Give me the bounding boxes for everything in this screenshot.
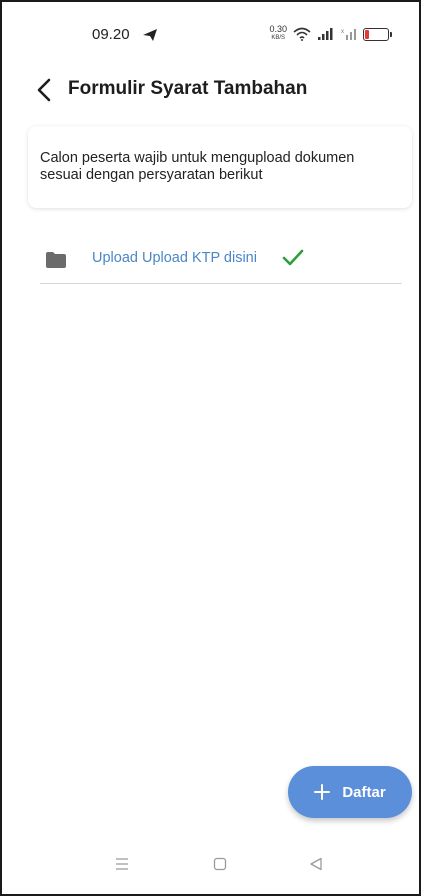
chevron-left-icon [37, 78, 51, 102]
daftar-label: Daftar [342, 783, 386, 801]
upload-ktp-row[interactable]: Upload Upload KTP disini [40, 238, 402, 284]
network-speed-value: 0.30 [269, 24, 287, 34]
app-bar: Formulir Syarat Tambahan [2, 66, 419, 114]
upload-ktp-label[interactable]: Upload Upload KTP disini [92, 250, 257, 266]
daftar-button[interactable]: Daftar [288, 766, 412, 818]
wifi-icon [293, 27, 311, 41]
back-button[interactable] [32, 76, 56, 104]
folder-icon [46, 252, 66, 268]
send-icon [143, 29, 157, 41]
check-icon [282, 249, 304, 266]
network-speed: 0.30 KB/S [269, 25, 287, 43]
svg-text:x: x [341, 29, 344, 35]
home-nav-button[interactable] [208, 852, 232, 876]
menu-nav-button[interactable] [110, 852, 134, 876]
signal-icon [318, 28, 333, 40]
home-icon [213, 857, 227, 871]
network-speed-unit: KB/S [271, 35, 286, 41]
navigation-bar [2, 832, 419, 894]
battery-fill [365, 29, 369, 39]
status-time: 09.20 [92, 26, 130, 43]
page-title: Formulir Syarat Tambahan [68, 78, 308, 99]
info-text: Calon peserta wajib untuk mengupload dok… [40, 150, 355, 183]
status-bar: 09.20 0.30 KB/S x 19 [2, 2, 419, 66]
status-indicators: 0.30 KB/S x 19 [269, 22, 392, 46]
back-icon [310, 857, 322, 871]
back-nav-button[interactable] [304, 852, 328, 876]
battery-indicator: 19 [363, 27, 392, 41]
phone-screen: 09.20 0.30 KB/S x 19 Formulir Syarat Tam… [0, 0, 421, 896]
info-card: Calon peserta wajib untuk mengupload dok… [28, 126, 412, 208]
battery-level: 19 [371, 29, 381, 39]
signal-secondary-icon: x [341, 29, 356, 40]
menu-icon [116, 858, 128, 870]
plus-icon [314, 784, 331, 800]
